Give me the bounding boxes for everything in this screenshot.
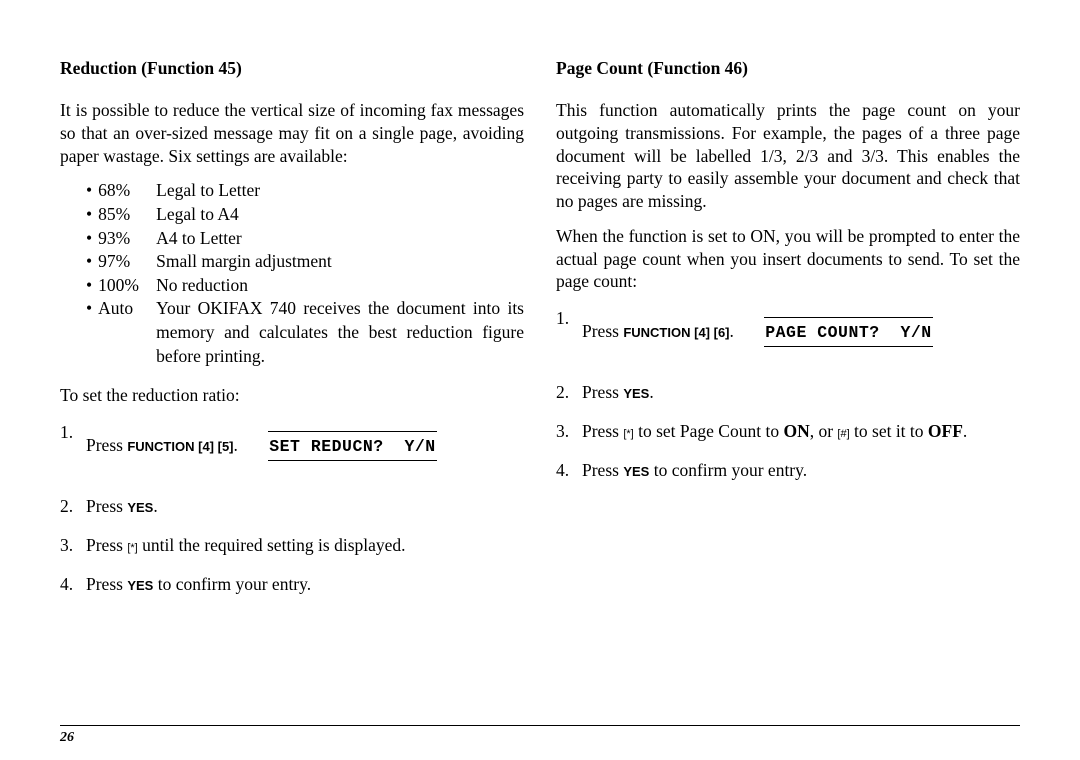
page-number: 26 bbox=[60, 730, 74, 746]
list-item: • 68% Legal to Letter bbox=[86, 179, 524, 203]
list-item: • 85% Legal to A4 bbox=[86, 203, 524, 227]
footer-rule bbox=[60, 725, 1020, 726]
key-digits: [4] [5] bbox=[195, 439, 234, 454]
pct: 93% bbox=[98, 227, 156, 251]
step-2: Press YES. bbox=[60, 495, 524, 518]
left-steps: Press FUNCTION [4] [5]. SET REDUCN? Y/N … bbox=[60, 421, 524, 596]
right-steps: Press FUNCTION [4] [6]. PAGE COUNT? Y/N … bbox=[556, 307, 1020, 482]
text: to set Page Count to bbox=[634, 421, 784, 441]
lcd-display: PAGE COUNT? Y/N bbox=[764, 317, 932, 347]
step-2: Press YES. bbox=[556, 381, 1020, 404]
bullet-icon: • bbox=[86, 227, 92, 251]
right-column: Page Count (Function 46) This function a… bbox=[556, 58, 1020, 612]
text: Press bbox=[86, 574, 127, 594]
key-hash: [#] bbox=[837, 428, 849, 440]
key-star: [*] bbox=[127, 542, 137, 554]
left-column: Reduction (Function 45) It is possible t… bbox=[60, 58, 524, 612]
pct: 85% bbox=[98, 203, 156, 227]
bullet-icon: • bbox=[86, 250, 92, 274]
bullet-icon: • bbox=[86, 179, 92, 203]
step-3: Press [*] to set Page Count to ON, or [#… bbox=[556, 420, 1020, 443]
step-1: Press FUNCTION [4] [5]. SET REDUCN? Y/N bbox=[60, 421, 524, 479]
bullet-icon: • bbox=[86, 274, 92, 298]
step-1: Press FUNCTION [4] [6]. PAGE COUNT? Y/N bbox=[556, 307, 1020, 365]
text: . bbox=[153, 496, 157, 516]
bullet-icon: • bbox=[86, 203, 92, 227]
lcd-display: SET REDUCN? Y/N bbox=[268, 431, 436, 461]
text: Press bbox=[86, 535, 127, 555]
step-4: Press YES to confirm your entry. bbox=[556, 459, 1020, 482]
key-function: FUNCTION bbox=[127, 439, 194, 454]
text: to confirm your entry. bbox=[649, 460, 807, 480]
text: . bbox=[649, 382, 653, 402]
desc: Your OKIFAX 740 receives the document in… bbox=[156, 297, 524, 368]
two-column-layout: Reduction (Function 45) It is possible t… bbox=[60, 58, 1020, 612]
desc: Small margin adjustment bbox=[156, 250, 524, 274]
bullet-icon: • bbox=[86, 297, 92, 321]
reduction-bullet-list: • 68% Legal to Letter • 85% Legal to A4 … bbox=[60, 179, 524, 368]
text: Press bbox=[582, 382, 623, 402]
right-heading: Page Count (Function 46) bbox=[556, 58, 1020, 79]
desc: Legal to A4 bbox=[156, 203, 524, 227]
key-yes: YES bbox=[127, 500, 153, 515]
key-yes: YES bbox=[623, 386, 649, 401]
text: . bbox=[234, 435, 238, 455]
pct: 97% bbox=[98, 250, 156, 274]
text: Press bbox=[86, 496, 127, 516]
pct: 100% bbox=[98, 274, 156, 298]
list-item: • Auto Your OKIFAX 740 receives the docu… bbox=[86, 297, 524, 368]
text: , or bbox=[810, 421, 838, 441]
key-yes: YES bbox=[127, 578, 153, 593]
pct: Auto bbox=[98, 297, 156, 321]
text: Press bbox=[582, 421, 623, 441]
desc: Legal to Letter bbox=[156, 179, 524, 203]
right-intro: This function automatically prints the p… bbox=[556, 99, 1020, 213]
bold-off: OFF bbox=[928, 421, 963, 441]
toset-line: To set the reduction ratio: bbox=[60, 384, 524, 407]
text: to set it to bbox=[850, 421, 928, 441]
step-4: Press YES to confirm your entry. bbox=[60, 573, 524, 596]
right-para2: When the function is set to ON, you will… bbox=[556, 225, 1020, 293]
text: Press bbox=[582, 460, 623, 480]
text: Press bbox=[582, 321, 623, 341]
list-item: • 97% Small margin adjustment bbox=[86, 250, 524, 274]
list-item: • 100% No reduction bbox=[86, 274, 524, 298]
key-digits: [4] [6] bbox=[691, 325, 730, 340]
desc: No reduction bbox=[156, 274, 524, 298]
text: until the required setting is displayed. bbox=[138, 535, 406, 555]
text: Press bbox=[86, 435, 127, 455]
left-heading: Reduction (Function 45) bbox=[60, 58, 524, 79]
key-star: [*] bbox=[623, 428, 633, 440]
list-item: • 93% A4 to Letter bbox=[86, 227, 524, 251]
key-function: FUNCTION bbox=[623, 325, 690, 340]
text: . bbox=[730, 321, 734, 341]
desc: A4 to Letter bbox=[156, 227, 524, 251]
text: to confirm your entry. bbox=[153, 574, 311, 594]
text: . bbox=[963, 421, 967, 441]
key-yes: YES bbox=[623, 464, 649, 479]
bold-on: ON bbox=[783, 421, 809, 441]
left-intro: It is possible to reduce the vertical si… bbox=[60, 99, 524, 167]
step-3: Press [*] until the required setting is … bbox=[60, 534, 524, 557]
pct: 68% bbox=[98, 179, 156, 203]
